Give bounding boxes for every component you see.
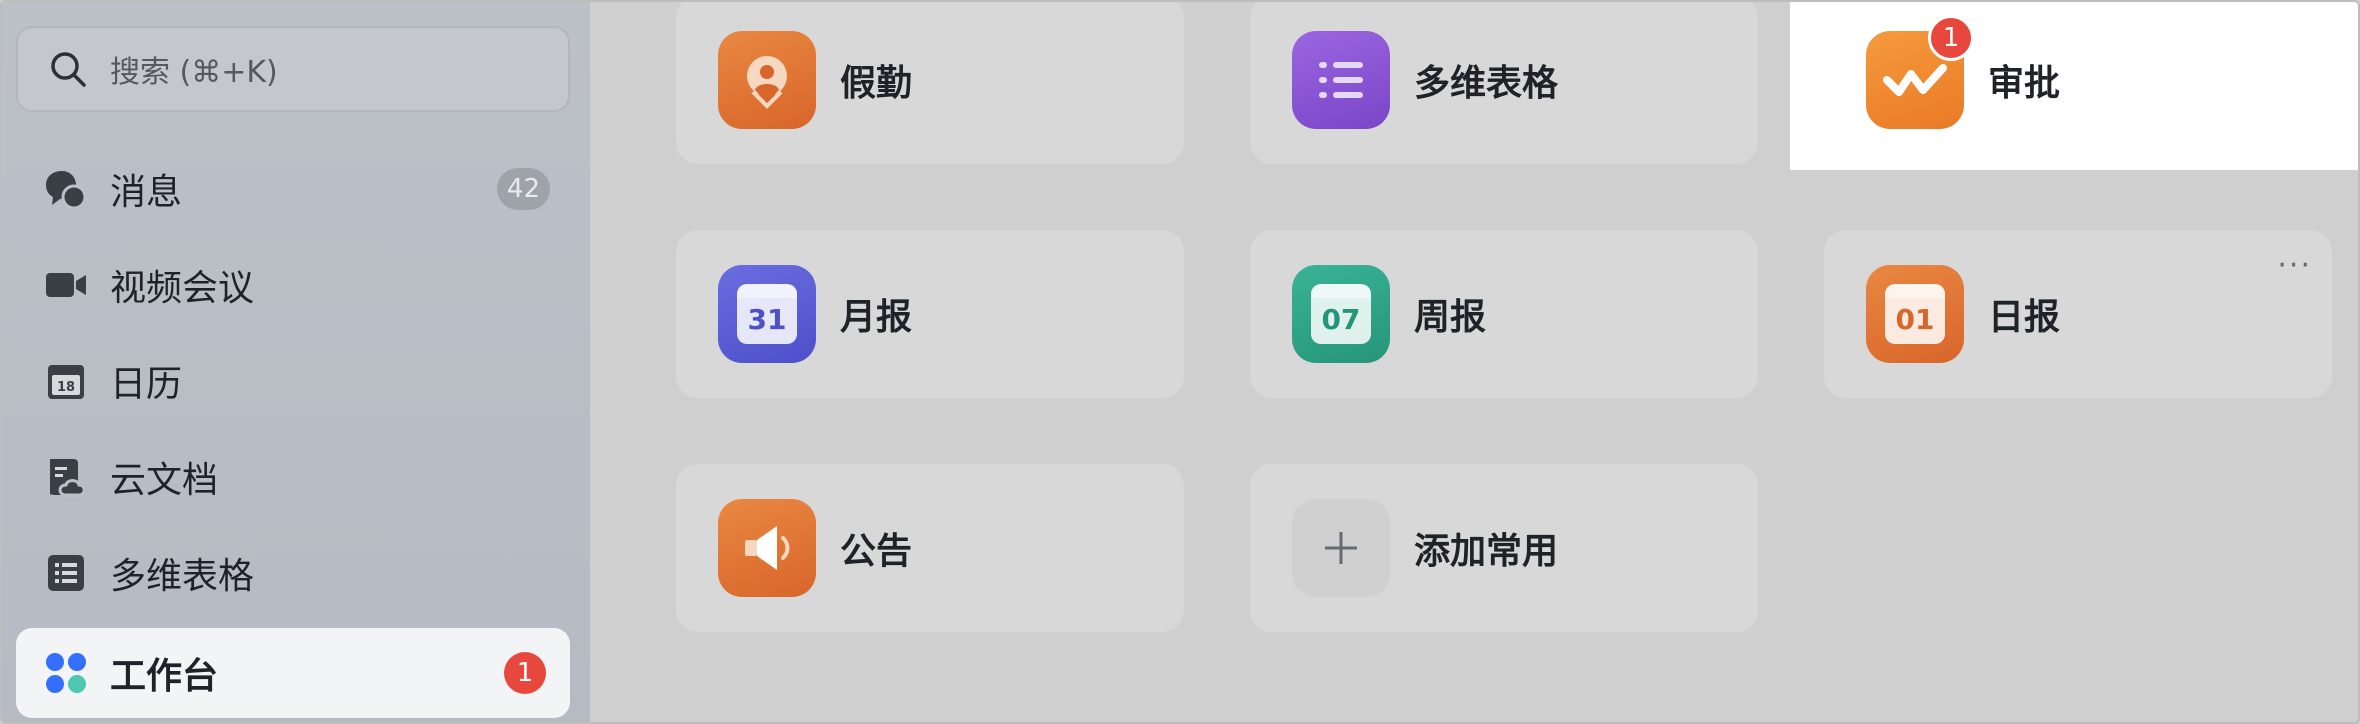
calendar-icon: 18 [44,359,88,403]
app-card-label: 日报 [1988,297,2061,338]
app-card-weekly-report[interactable]: 07 周报 [1250,230,1758,398]
cloud-doc-icon [44,455,88,499]
notification-badge: 1 [504,652,546,694]
sidebar-item-label: 工作台 [110,656,219,697]
sidebar-item-video-meeting[interactable]: 视频会议 [16,240,570,330]
plus-icon [1292,499,1390,597]
announcement-icon [718,499,816,597]
app-card-approval[interactable]: 1 审批 [1824,2,2332,164]
sidebar-item-messages[interactable]: 消息 42 [16,144,570,234]
sidebar-item-label: 日历 [110,364,183,405]
sidebar-item-workplace[interactable]: 工作台 1 [16,628,570,718]
app-card-label: 周报 [1414,297,1487,338]
calendar-number: 31 [737,284,797,344]
app-card-label: 假勤 [840,63,913,104]
sidebar-item-label: 多维表格 [110,556,255,597]
more-options-icon[interactable]: ··· [2277,248,2312,283]
app-card-multi-table[interactable]: 多维表格 [1250,2,1758,164]
attendance-icon [718,31,816,129]
app-card-announcement[interactable]: 公告 [676,464,1184,632]
approval-icon: 1 [1866,15,1974,129]
app-card-monthly-report[interactable]: 31 月报 [676,230,1184,398]
sidebar-item-label: 视频会议 [110,268,255,309]
app-card-label: 添加常用 [1414,531,1559,572]
unread-count-badge: 42 [496,168,550,210]
app-card-label: 公告 [840,531,913,572]
weekly-report-icon: 07 [1292,265,1390,363]
multi-table-icon [1292,31,1390,129]
app-window: 搜索 (⌘+K) 消息 42 视频会议 18 日历 云文档 多维表格 工作台 1… [0,0,2360,724]
calendar-number: 07 [1311,284,1371,344]
daily-report-icon: 01 [1866,265,1964,363]
chat-bubbles-icon [44,167,88,211]
sidebar-item-docs[interactable]: 云文档 [16,432,570,522]
search-placeholder: 搜索 (⌘+K) [110,55,278,90]
calendar-date-text: 18 [57,380,75,395]
approval-count-badge: 1 [1928,15,1974,61]
list-table-icon [44,551,88,595]
app-card-label: 多维表格 [1414,63,1559,104]
app-card-daily-report[interactable]: 01 日报 ··· [1824,230,2332,398]
sidebar-item-label: 云文档 [110,460,219,501]
search-icon [51,52,86,87]
sidebar-item-calendar[interactable]: 18 日历 [16,336,570,426]
sidebar: 搜索 (⌘+K) 消息 42 视频会议 18 日历 云文档 多维表格 工作台 1 [2,2,590,722]
app-card-label: 审批 [1988,63,2061,104]
app-card-label: 月报 [840,297,913,338]
calendar-number: 01 [1885,284,1945,344]
video-camera-icon [44,263,88,307]
app-card-attendance[interactable]: 假勤 [676,2,1184,164]
search-box[interactable]: 搜索 (⌘+K) [16,26,570,112]
app-card-add-favorite[interactable]: 添加常用 [1250,464,1758,632]
workplace-main: 假勤 多维表格 1 审批 31 月报 07 周报 01 日报 ··· 公告 添加… [590,2,2358,722]
sidebar-item-label: 消息 [110,172,183,213]
workspace-grid-icon [44,651,88,695]
sidebar-item-base[interactable]: 多维表格 [16,528,570,618]
monthly-report-icon: 31 [718,265,816,363]
